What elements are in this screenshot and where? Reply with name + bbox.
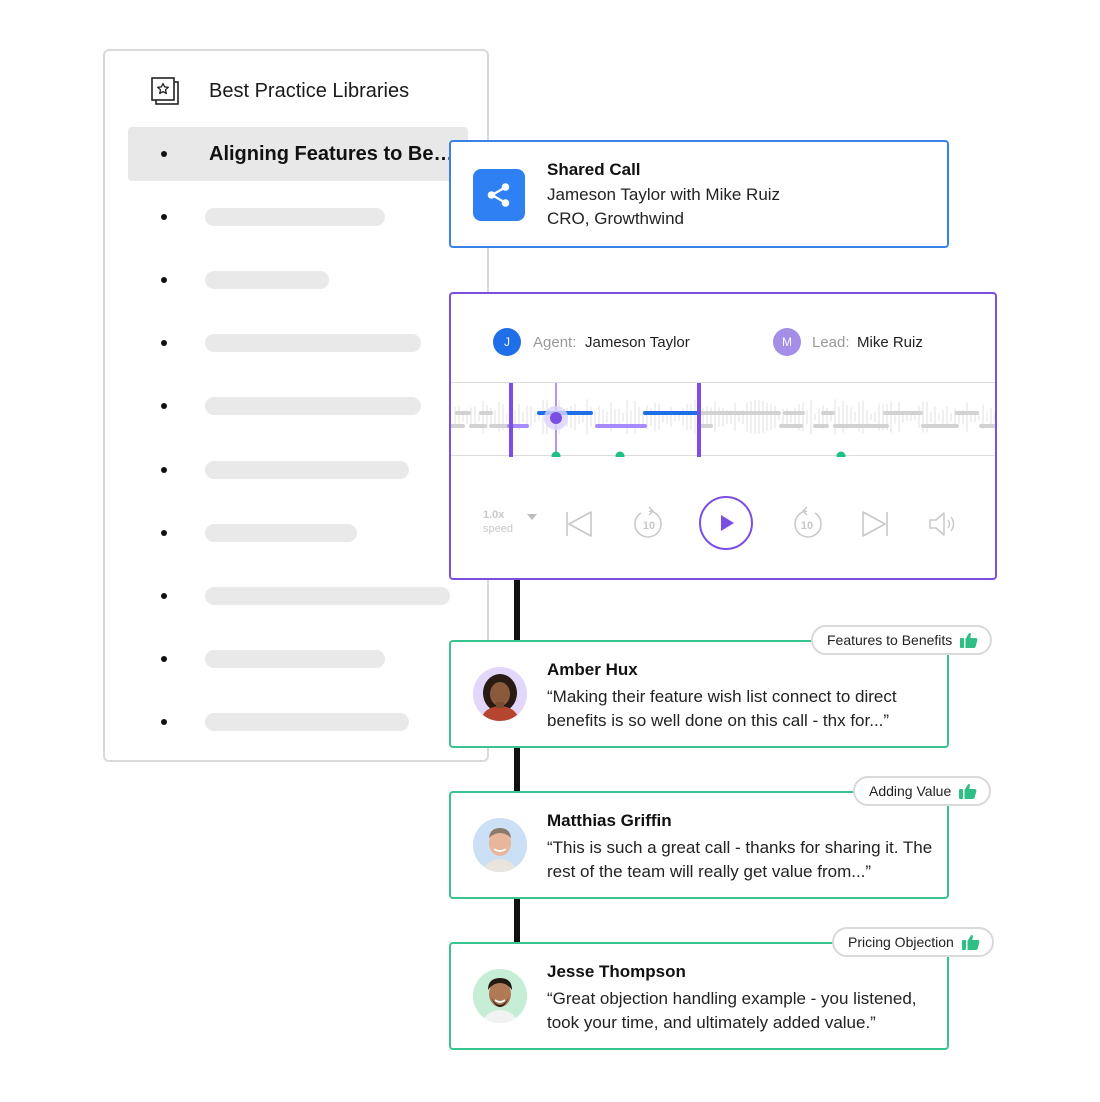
- call-player-card: J Agent: Jameson Taylor M Lead: Mike Rui…: [449, 292, 997, 580]
- person-avatar-icon: [473, 818, 527, 872]
- library-item-placeholder[interactable]: [205, 524, 357, 542]
- commenter-name: Jesse Thompson: [547, 962, 686, 981]
- comment-card[interactable]: Matthias Griffin “This is such a great c…: [449, 791, 949, 899]
- commenter-name: Matthias Griffin: [547, 811, 672, 830]
- comment-text: “This is such a great call - thanks for …: [547, 838, 933, 881]
- library-item-placeholder[interactable]: [205, 334, 421, 352]
- comment-card[interactable]: Jesse Thompson “Great objection handling…: [449, 942, 949, 1050]
- waveform[interactable]: [451, 383, 997, 457]
- lead-avatar: M: [773, 328, 801, 356]
- shared-call-card[interactable]: Shared Call Jameson Taylor with Mike Rui…: [449, 140, 949, 248]
- skip-to-start-icon[interactable]: [563, 508, 595, 540]
- list-bullet: [161, 656, 167, 662]
- best-practice-library-panel: Best Practice Libraries Aligning Feature…: [103, 49, 489, 762]
- volume-icon[interactable]: [927, 510, 959, 538]
- list-bullet: [161, 277, 167, 283]
- lead-name: Mike Ruiz: [857, 334, 923, 351]
- share-icon: [487, 183, 510, 207]
- play-button[interactable]: [699, 496, 753, 550]
- share-tile: [473, 169, 525, 221]
- list-bullet: [161, 719, 167, 725]
- list-bullet: [161, 467, 167, 473]
- list-bullet: [161, 593, 167, 599]
- library-title: Best Practice Libraries: [209, 79, 410, 102]
- library-item-placeholder[interactable]: [205, 713, 409, 731]
- skip-to-end-icon[interactable]: [859, 508, 891, 540]
- comment-marker: [551, 451, 561, 457]
- library-item-placeholder[interactable]: [205, 397, 421, 415]
- library-header: Best Practice Libraries: [149, 75, 409, 107]
- avatar: [473, 818, 527, 872]
- agent-avatar: J: [493, 328, 521, 356]
- library-item-placeholder[interactable]: [205, 461, 409, 479]
- playhead-knob: [550, 412, 562, 424]
- library-item-placeholder[interactable]: [205, 587, 450, 605]
- library-item-placeholder[interactable]: [205, 271, 329, 289]
- avatar: [473, 969, 527, 1023]
- waveform-track[interactable]: [451, 382, 997, 457]
- speed-label: speed: [483, 523, 513, 535]
- library-item-placeholder[interactable]: [205, 208, 385, 226]
- play-icon: [721, 515, 734, 531]
- list-bullet: [161, 340, 167, 346]
- comment-marker: [836, 451, 846, 457]
- thumbs-up-icon: [961, 934, 980, 950]
- list-bullet: [161, 403, 167, 409]
- comment-text: “Great objection handling example - you …: [547, 989, 917, 1032]
- tag-label: Adding Value: [869, 783, 952, 799]
- rewind-seconds: 10: [643, 520, 655, 532]
- tag-label: Features to Benefits: [827, 632, 953, 648]
- tag-badge[interactable]: Features to Benefits: [811, 625, 993, 655]
- star-card-stack-icon: [151, 77, 179, 105]
- agent-name: Jameson Taylor: [585, 334, 690, 351]
- list-bullet: [161, 151, 167, 157]
- tag-badge[interactable]: Adding Value: [853, 776, 992, 806]
- shared-call-participants: Jameson Taylor with Mike Ruiz: [547, 185, 781, 204]
- avatar: [473, 667, 527, 721]
- player-controls: 1.0x speed 10 10: [451, 484, 995, 564]
- comment-marker: [615, 451, 625, 457]
- agent-label: Agent:: [533, 334, 577, 351]
- commenter-name: Amber Hux: [547, 660, 638, 679]
- shared-call-title: Shared Call: [547, 160, 641, 179]
- forward-10-icon[interactable]: 10: [789, 506, 825, 542]
- tag-badge[interactable]: Pricing Objection: [832, 927, 994, 957]
- library-item-placeholder[interactable]: [205, 650, 385, 668]
- thumbs-up-icon: [959, 783, 977, 799]
- library-item-active-label: Aligning Features to Benefits: [209, 143, 455, 165]
- list-bullet: [161, 214, 167, 220]
- rewind-10-icon[interactable]: 10: [631, 506, 667, 542]
- thumbs-up-icon: [960, 632, 978, 648]
- forward-seconds: 10: [801, 520, 813, 532]
- comment-card[interactable]: Amber Hux “Making their feature wish lis…: [449, 640, 949, 748]
- list-bullet: [161, 530, 167, 536]
- shared-call-company: CRO, Growthwind: [547, 209, 684, 228]
- speed-value: 1.0x: [483, 509, 505, 521]
- lead-label: Lead:: [812, 334, 850, 351]
- tag-label: Pricing Objection: [848, 934, 954, 950]
- comment-text: “Making their feature wish list connect …: [547, 687, 897, 730]
- person-avatar-icon: [473, 667, 527, 721]
- person-avatar-icon: [473, 969, 527, 1023]
- playback-speed-control[interactable]: 1.0x speed: [483, 508, 513, 536]
- chevron-down-icon[interactable]: [527, 514, 537, 520]
